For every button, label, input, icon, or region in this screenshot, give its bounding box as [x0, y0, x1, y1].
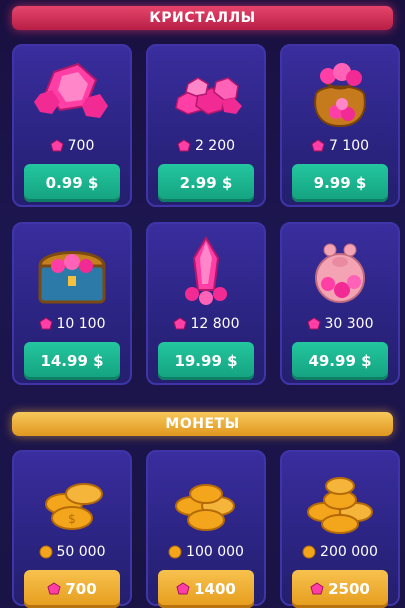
- coin-pile-icon: [175, 484, 235, 531]
- crystal-amount: 700: [14, 138, 130, 154]
- coin-icon: [168, 545, 182, 559]
- treasure-chest-icon: [38, 251, 106, 304]
- coin-amount: 100 000: [148, 544, 264, 560]
- coin-icon: [302, 545, 316, 559]
- coin-icon: [39, 545, 52, 559]
- coin-amount-text: 50 000: [56, 544, 106, 560]
- buy-crystal-button[interactable]: 9.99 $: [292, 164, 388, 202]
- crystal-amount: 2 200: [148, 138, 264, 154]
- crystal-pack-card[interactable]: 700 0.99 $: [12, 44, 132, 207]
- crystal-icon: [50, 139, 64, 152]
- crystal-amount: 10 100: [14, 316, 130, 332]
- gem-sack-icon: [314, 63, 366, 128]
- buy-crystal-button[interactable]: 49.99 $: [292, 342, 388, 380]
- coin-pack-card[interactable]: $ 50 000 700: [12, 450, 132, 608]
- buy-crystal-button[interactable]: 2.99 $: [158, 164, 254, 202]
- buy-crystal-button[interactable]: 19.99 $: [158, 342, 254, 380]
- crystal-pack-card[interactable]: 7 100 9.99 $: [280, 44, 400, 207]
- crystal-amount-text: 700: [67, 138, 95, 154]
- crystal-icon: [172, 317, 187, 330]
- crystal-amount: 12 800: [148, 316, 264, 332]
- piggy-bank-icon: [315, 243, 365, 303]
- coin-amount-text: 100 000: [186, 544, 244, 560]
- crystal-icon: [47, 582, 61, 595]
- crystal-amount-text: 12 800: [190, 316, 240, 332]
- crystal-pack-card[interactable]: 12 800 19.99 $: [146, 222, 266, 385]
- crystal-icon: [176, 582, 190, 595]
- crystal-amount-text: 10 100: [56, 316, 106, 332]
- crystal-pack-card[interactable]: 10 100 14.99 $: [12, 222, 132, 385]
- crystal-amount-text: 2 200: [194, 138, 236, 154]
- crystal-amount-text: 30 300: [324, 316, 374, 332]
- crystal-icon: [310, 582, 324, 595]
- crystal-icon: [38, 317, 53, 330]
- crystal-pack-card[interactable]: 30 300 49.99 $: [280, 222, 400, 385]
- buy-coin-price: 2500: [328, 580, 370, 598]
- coin-amount: 50 000: [14, 544, 130, 560]
- buy-coin-button[interactable]: 1400: [158, 570, 254, 608]
- buy-coin-price: 1400: [194, 580, 236, 598]
- buy-coin-button[interactable]: 700: [24, 570, 120, 608]
- buy-coin-price: 700: [65, 580, 97, 598]
- crystal-amount: 30 300: [282, 316, 398, 332]
- gem-pile-icon: [175, 77, 242, 115]
- svg-text:$: $: [68, 512, 76, 526]
- coins-section-title: МОНЕТЫ: [12, 412, 393, 436]
- buy-crystal-button[interactable]: 0.99 $: [24, 164, 120, 202]
- coin-pack-card[interactable]: 100 000 1400: [146, 450, 266, 608]
- crystals-section-title: КРИСТАЛЛЫ: [12, 6, 393, 30]
- crystal-shard-icon: [185, 236, 227, 305]
- coin-amount-text: 200 000: [320, 544, 378, 560]
- gem-pile-icon: [34, 62, 108, 118]
- crystal-amount: 7 100: [282, 138, 398, 154]
- crystal-icon: [306, 317, 321, 330]
- coin-amount: 200 000: [282, 544, 398, 560]
- crystal-icon: [177, 139, 191, 152]
- crystal-amount-text: 7 100: [328, 138, 370, 154]
- crystal-pack-card[interactable]: 2 200 2.99 $: [146, 44, 266, 207]
- buy-crystal-button[interactable]: 14.99 $: [24, 342, 120, 380]
- coin-pile-icon: $: [45, 483, 103, 530]
- crystal-icon: [311, 139, 325, 152]
- coin-pile-icon: [307, 477, 373, 534]
- buy-coin-button[interactable]: 2500: [292, 570, 388, 608]
- coin-pack-card[interactable]: 200 000 2500: [280, 450, 400, 608]
